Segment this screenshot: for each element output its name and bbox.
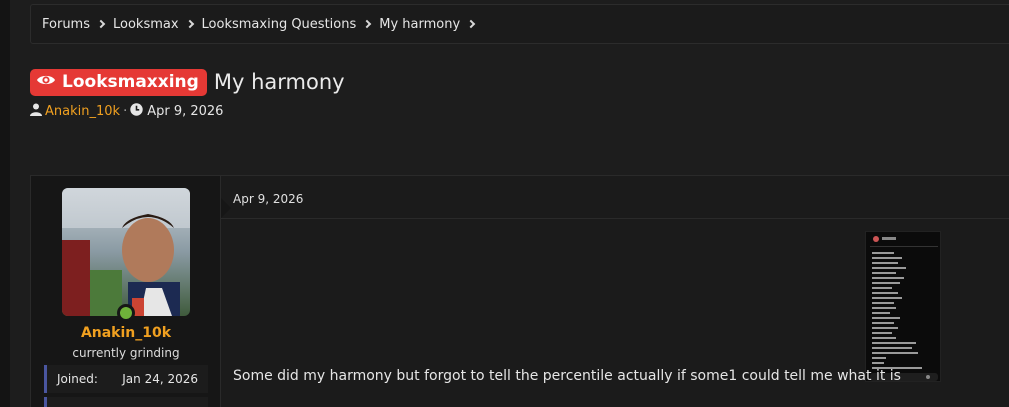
user-title: currently grinding bbox=[72, 346, 180, 360]
breadcrumb-item-looksmaxing-questions[interactable]: Looksmaxing Questions bbox=[202, 17, 380, 32]
chevron-right-icon bbox=[363, 19, 372, 29]
attachment-thumbnail[interactable] bbox=[865, 231, 941, 382]
thread-prefix-label: Looksmaxxing bbox=[62, 72, 199, 92]
breadcrumb-item-looksmax[interactable]: Looksmax bbox=[113, 17, 202, 32]
clock-icon bbox=[130, 102, 143, 120]
thread-author-link[interactable]: Anakin_10k bbox=[45, 104, 120, 119]
breadcrumb-label[interactable]: Looksmaxing Questions bbox=[202, 17, 357, 32]
post-date-link[interactable]: Apr 9, 2026 bbox=[233, 192, 303, 206]
post-divider bbox=[221, 218, 1009, 219]
post-user-column: Anakin_10k currently grinding Joined: Ja… bbox=[31, 176, 221, 407]
breadcrumb-item-my-harmony[interactable]: My harmony bbox=[379, 17, 483, 32]
online-status-indicator bbox=[117, 304, 135, 322]
chevron-right-icon bbox=[185, 19, 194, 29]
user-stat-joined: Joined: Jan 24, 2026 bbox=[44, 365, 208, 393]
meta-separator: · bbox=[123, 103, 128, 119]
user-stat-row bbox=[44, 397, 208, 407]
breadcrumb-item-forums[interactable]: Forums bbox=[42, 17, 113, 32]
chevron-right-icon bbox=[466, 19, 476, 29]
eye-icon bbox=[36, 72, 56, 92]
user-icon bbox=[30, 103, 42, 120]
thread-meta: Anakin_10k · Apr 9, 2026 bbox=[30, 101, 223, 121]
avatar[interactable] bbox=[62, 188, 190, 316]
stat-label: Joined: bbox=[57, 372, 98, 386]
breadcrumb-label[interactable]: Forums bbox=[42, 17, 90, 32]
breadcrumb-label[interactable]: My harmony bbox=[379, 17, 460, 32]
breadcrumb: Forums Looksmax Looksmaxing Questions My… bbox=[30, 4, 1009, 44]
left-edge-strip bbox=[0, 0, 10, 407]
thread-prefix-badge[interactable]: Looksmaxxing bbox=[30, 68, 207, 96]
thread-header: Looksmaxxing My harmony bbox=[30, 67, 345, 97]
thread-date-link[interactable]: Apr 9, 2026 bbox=[147, 104, 223, 119]
page-title: My harmony bbox=[213, 70, 345, 94]
stat-value: Jan 24, 2026 bbox=[122, 372, 198, 386]
post-arrow-notch bbox=[221, 198, 231, 218]
chevron-right-icon bbox=[96, 19, 106, 29]
post-body-text: Some did my harmony but forgot to tell t… bbox=[233, 368, 901, 384]
breadcrumb-label[interactable]: Looksmax bbox=[113, 17, 179, 32]
post-container: Anakin_10k currently grinding Joined: Ja… bbox=[30, 175, 1009, 407]
post-username-link[interactable]: Anakin_10k bbox=[31, 325, 221, 341]
